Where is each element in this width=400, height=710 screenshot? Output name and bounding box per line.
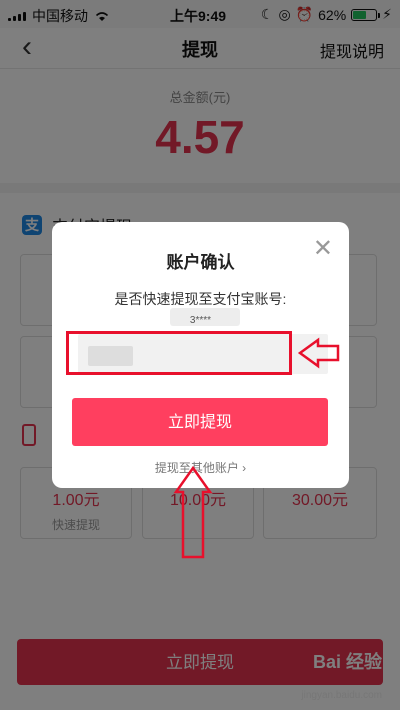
annotation-arrow-left (297, 337, 340, 369)
annotation-arrow-up (173, 465, 213, 559)
annotation-arrows (173, 337, 340, 559)
